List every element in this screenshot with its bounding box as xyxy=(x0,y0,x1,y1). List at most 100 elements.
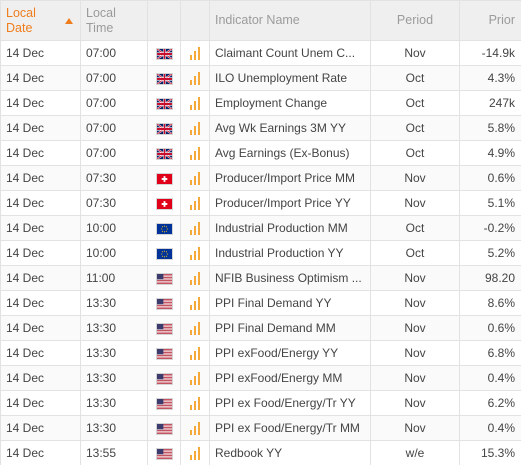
table-row[interactable]: 14 Dec 13:55 Redbook YY w/e 15.3% xyxy=(0,440,521,465)
cell-importance xyxy=(180,390,210,416)
cell-indicator-name[interactable]: PPI Final Demand MM xyxy=(209,315,371,341)
cell-indicator-name[interactable]: NFIB Business Optimism ... xyxy=(209,265,371,291)
importance-bars-icon xyxy=(190,47,200,61)
table-row[interactable]: 14 Dec 07:00 Avg Wk Earnings 3M YY Oct 5… xyxy=(0,115,521,141)
cell-indicator-name[interactable]: Avg Earnings (Ex-Bonus) xyxy=(209,140,371,166)
table-row[interactable]: 14 Dec 13:30 PPI ex Food/Energy/Tr YY No… xyxy=(0,390,521,416)
cell-period: Nov xyxy=(370,165,460,191)
importance-bars-icon xyxy=(190,222,200,236)
column-header-period[interactable]: Period xyxy=(370,0,460,41)
us-flag-icon xyxy=(155,272,173,285)
cell-date: 14 Dec xyxy=(0,140,81,166)
table-row[interactable]: 14 Dec 13:30 PPI exFood/Energy MM Nov 0.… xyxy=(0,365,521,391)
importance-bars-icon xyxy=(190,72,200,86)
cell-time: 07:30 xyxy=(80,165,148,191)
cell-prior: 5.1% xyxy=(459,190,521,216)
table-row[interactable]: 14 Dec 07:00 Claimant Count Unem C... No… xyxy=(0,40,521,66)
column-header-label: Local Time xyxy=(86,5,116,35)
cell-indicator-name[interactable]: Claimant Count Unem C... xyxy=(209,40,371,66)
cell-indicator-name[interactable]: Producer/Import Price MM xyxy=(209,165,371,191)
cell-indicator-name[interactable]: ILO Unemployment Rate xyxy=(209,65,371,91)
us-flag-icon xyxy=(155,397,173,410)
importance-bars-icon xyxy=(190,197,200,211)
us-flag-icon xyxy=(155,422,173,435)
cell-importance xyxy=(180,340,210,366)
us-flag-icon xyxy=(155,322,173,335)
cell-indicator-name[interactable]: PPI exFood/Energy YY xyxy=(209,340,371,366)
table-row[interactable]: 14 Dec 07:00 Avg Earnings (Ex-Bonus) Oct… xyxy=(0,140,521,166)
table-row[interactable]: 14 Dec 13:30 PPI ex Food/Energy/Tr MM No… xyxy=(0,415,521,441)
swiss-flag-icon xyxy=(155,197,173,210)
cell-date: 14 Dec xyxy=(0,90,81,116)
cell-indicator-name[interactable]: Industrial Production MM xyxy=(209,215,371,241)
eu-flag-icon xyxy=(155,247,173,260)
cell-indicator-name[interactable]: PPI ex Food/Energy/Tr MM xyxy=(209,415,371,441)
importance-bars-icon xyxy=(190,322,200,336)
cell-importance xyxy=(180,415,210,441)
table-row[interactable]: 14 Dec 11:00 NFIB Business Optimism ... … xyxy=(0,265,521,291)
cell-country xyxy=(147,40,181,66)
cell-country xyxy=(147,140,181,166)
table-row[interactable]: 14 Dec 07:30 Producer/Import Price YY No… xyxy=(0,190,521,216)
cell-prior: 247k xyxy=(459,90,521,116)
cell-country xyxy=(147,240,181,266)
cell-importance xyxy=(180,140,210,166)
importance-bars-icon xyxy=(190,122,200,136)
column-header-prior[interactable]: Prior xyxy=(459,0,521,41)
column-header-local-date[interactable]: Local Date xyxy=(0,0,81,41)
column-header-label: Indicator Name xyxy=(215,13,300,27)
cell-time: 13:30 xyxy=(80,340,148,366)
cell-indicator-name[interactable]: Avg Wk Earnings 3M YY xyxy=(209,115,371,141)
importance-bars-icon xyxy=(190,247,200,261)
economic-calendar-table: Local Date Local Time Indicator Name Per… xyxy=(0,0,521,465)
cell-indicator-name[interactable]: PPI exFood/Energy MM xyxy=(209,365,371,391)
table-row[interactable]: 14 Dec 07:00 Employment Change Oct 247k xyxy=(0,90,521,116)
column-header-local-time[interactable]: Local Time xyxy=(80,0,148,41)
cell-date: 14 Dec xyxy=(0,165,81,191)
cell-time: 07:00 xyxy=(80,115,148,141)
cell-prior: 15.3% xyxy=(459,440,521,465)
table-row[interactable]: 14 Dec 13:30 PPI exFood/Energy YY Nov 6.… xyxy=(0,340,521,366)
uk-flag-icon xyxy=(155,47,173,60)
table-row[interactable]: 14 Dec 07:00 ILO Unemployment Rate Oct 4… xyxy=(0,65,521,91)
cell-country xyxy=(147,115,181,141)
cell-country xyxy=(147,340,181,366)
cell-importance xyxy=(180,65,210,91)
cell-period: Oct xyxy=(370,240,460,266)
cell-time: 11:00 xyxy=(80,265,148,291)
cell-importance xyxy=(180,440,210,465)
importance-bars-icon xyxy=(190,347,200,361)
table-row[interactable]: 14 Dec 10:00 Industrial Production MM Oc… xyxy=(0,215,521,241)
column-header-indicator-name[interactable]: Indicator Name xyxy=(209,0,371,41)
cell-date: 14 Dec xyxy=(0,190,81,216)
cell-importance xyxy=(180,315,210,341)
swiss-flag-icon xyxy=(155,172,173,185)
table-row[interactable]: 14 Dec 13:30 PPI Final Demand MM Nov 0.6… xyxy=(0,315,521,341)
cell-period: Oct xyxy=(370,90,460,116)
table-row[interactable]: 14 Dec 13:30 PPI Final Demand YY Nov 8.6… xyxy=(0,290,521,316)
table-row[interactable]: 14 Dec 07:30 Producer/Import Price MM No… xyxy=(0,165,521,191)
cell-importance xyxy=(180,115,210,141)
cell-indicator-name[interactable]: Redbook YY xyxy=(209,440,371,465)
cell-period: Nov xyxy=(370,190,460,216)
cell-indicator-name[interactable]: Producer/Import Price YY xyxy=(209,190,371,216)
cell-importance xyxy=(180,290,210,316)
cell-prior: 4.3% xyxy=(459,65,521,91)
cell-date: 14 Dec xyxy=(0,265,81,291)
cell-time: 13:30 xyxy=(80,415,148,441)
cell-prior: 0.6% xyxy=(459,315,521,341)
importance-bars-icon xyxy=(190,97,200,111)
column-header-importance xyxy=(180,0,210,41)
cell-indicator-name[interactable]: Employment Change xyxy=(209,90,371,116)
cell-indicator-name[interactable]: PPI Final Demand YY xyxy=(209,290,371,316)
table-row[interactable]: 14 Dec 10:00 Industrial Production YY Oc… xyxy=(0,240,521,266)
cell-time: 07:30 xyxy=(80,190,148,216)
cell-period: Nov xyxy=(370,40,460,66)
cell-indicator-name[interactable]: PPI ex Food/Energy/Tr YY xyxy=(209,390,371,416)
us-flag-icon xyxy=(155,297,173,310)
us-flag-icon xyxy=(155,447,173,460)
cell-date: 14 Dec xyxy=(0,365,81,391)
cell-indicator-name[interactable]: Industrial Production YY xyxy=(209,240,371,266)
cell-importance xyxy=(180,240,210,266)
cell-prior: 6.2% xyxy=(459,390,521,416)
